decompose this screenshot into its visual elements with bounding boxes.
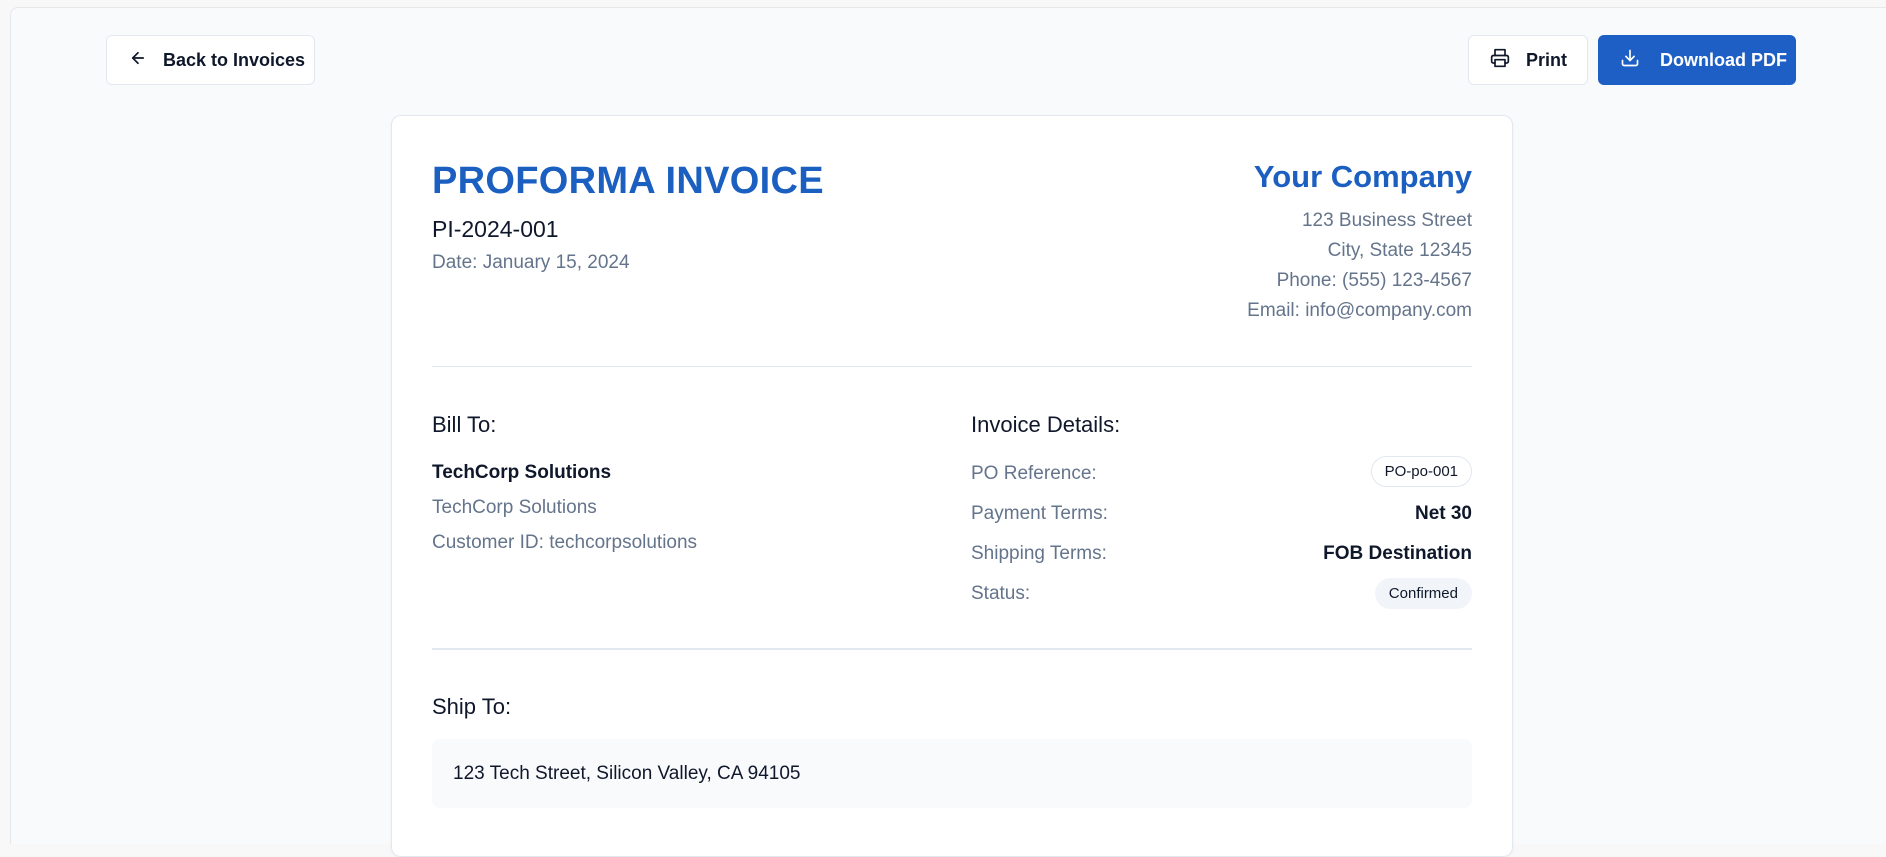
customer-id: Customer ID: techcorpsolutions xyxy=(432,532,698,553)
download-button-label: Download PDF xyxy=(1660,49,1787,70)
bill-to-name: TechCorp Solutions xyxy=(432,462,612,483)
back-button-label: Back to Invoices xyxy=(163,49,306,70)
status-label: Status: xyxy=(971,583,1031,604)
bill-to-heading: Bill To: xyxy=(432,412,497,437)
po-reference-label: PO Reference: xyxy=(971,463,1097,484)
divider xyxy=(432,366,1472,367)
company-email: Email: info@company.com xyxy=(1247,300,1472,321)
company-street: 123 Business Street xyxy=(1301,210,1472,231)
bill-to-company: TechCorp Solutions xyxy=(432,497,597,518)
arrow-left-icon xyxy=(129,49,147,72)
download-icon xyxy=(1620,48,1640,73)
company-phone: Phone: (555) 123-4567 xyxy=(1276,270,1472,291)
shipping-terms-label: Shipping Terms: xyxy=(971,543,1107,564)
invoice-date: Date: January 15, 2024 xyxy=(432,252,630,273)
divider xyxy=(432,648,1472,650)
printer-icon xyxy=(1490,48,1510,73)
company-city: City, State 12345 xyxy=(1327,240,1472,261)
payment-terms-value: Net 30 xyxy=(1414,503,1472,524)
ship-to-heading: Ship To: xyxy=(432,694,512,719)
invoice-card: PROFORMA INVOICE PI-2024-001 Date: Janua… xyxy=(391,115,1513,857)
payment-terms-label: Payment Terms: xyxy=(971,503,1108,524)
back-to-invoices-button[interactable]: Back to Invoices xyxy=(106,35,315,85)
invoice-number: PI-2024-001 xyxy=(432,216,559,242)
invoice-title: PROFORMA INVOICE xyxy=(432,160,824,202)
invoice-details-heading: Invoice Details: xyxy=(971,412,1121,437)
ship-to-address: 123 Tech Street, Silicon Valley, CA 9410… xyxy=(432,739,1472,808)
po-reference-badge: PO-po-001 xyxy=(1370,456,1472,487)
print-button-label: Print xyxy=(1526,49,1568,70)
download-pdf-button[interactable]: Download PDF xyxy=(1598,35,1796,85)
status-badge: Confirmed xyxy=(1374,578,1472,609)
print-button[interactable]: Print xyxy=(1468,35,1588,85)
shipping-terms-value: FOB Destination xyxy=(1323,543,1472,564)
company-name: Your Company xyxy=(1253,159,1472,194)
